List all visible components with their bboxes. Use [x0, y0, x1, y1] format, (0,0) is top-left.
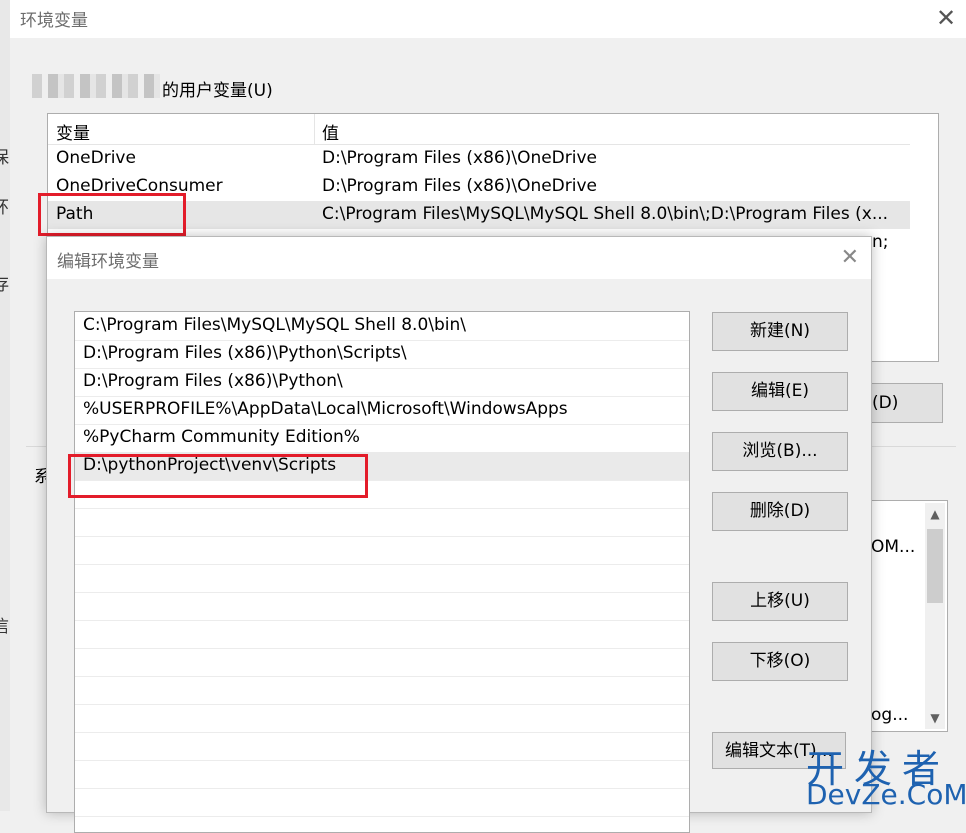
title-bar: 环境变量 ✕ — [10, 0, 966, 38]
list-item[interactable]: C:\Program Files\MySQL\MySQL Shell 8.0\b… — [75, 312, 689, 341]
delete-button[interactable]: 删除(D) — [712, 492, 848, 531]
list-item[interactable]: %USERPROFILE%\AppData\Local\Microsoft\Wi… — [75, 396, 689, 425]
user-variables-label: 的用户变量(U) — [162, 81, 273, 101]
variable-value: D:\Program Files (x86)\OneDrive — [322, 176, 598, 196]
list-item-fragment: og... — [871, 705, 909, 725]
vertical-scrollbar[interactable]: ▲ ▼ — [925, 503, 945, 729]
path-highlight-box — [38, 193, 186, 236]
empty-row — [75, 620, 689, 649]
empty-row — [75, 760, 689, 789]
list-header: 变量 值 — [48, 114, 910, 145]
scrollbar-thumb[interactable] — [927, 529, 943, 603]
column-divider[interactable] — [314, 114, 315, 144]
variable-value: C:\Program Files\MySQL\MySQL Shell 8.0\b… — [322, 204, 889, 224]
empty-row — [75, 676, 689, 705]
list-item[interactable]: D:\Program Files (x86)\Python\ — [75, 368, 689, 397]
dialog-title: 编辑环境变量 — [57, 252, 159, 272]
left-fragment: 保 — [0, 143, 9, 168]
empty-row — [75, 508, 689, 537]
list-item[interactable]: D:\Program Files (x86)\Python\Scripts\ — [75, 340, 689, 369]
empty-row — [75, 704, 689, 733]
partial-value-fragment: n; — [872, 232, 889, 252]
empty-row — [75, 564, 689, 593]
dialog-title: 环境变量 — [20, 11, 88, 31]
variable-value: D:\Program Files (x86)\OneDrive — [322, 148, 598, 168]
left-fragment: 存 — [0, 270, 9, 295]
browse-button[interactable]: 浏览(B)... — [712, 432, 848, 471]
title-bar: 编辑环境变量 ✕ — [47, 237, 871, 279]
close-icon[interactable]: ✕ — [841, 245, 859, 270]
path-entry: %USERPROFILE%\AppData\Local\Microsoft\Wi… — [83, 399, 568, 419]
scroll-down-icon[interactable]: ▼ — [925, 707, 945, 729]
empty-row — [75, 592, 689, 621]
path-entry: C:\Program Files\MySQL\MySQL Shell 8.0\b… — [83, 315, 467, 335]
empty-row — [75, 536, 689, 565]
edit-button[interactable]: 编辑(E) — [712, 372, 848, 411]
scroll-up-icon[interactable]: ▲ — [925, 503, 945, 525]
delete-user-variable-button[interactable]: (D) — [867, 383, 943, 423]
left-fragment: 环 — [0, 193, 9, 218]
move-up-button[interactable]: 上移(U) — [712, 582, 848, 621]
edit-environment-variable-dialog: 编辑环境变量 ✕ C:\Program Files\MySQL\MySQL Sh… — [46, 236, 872, 833]
path-entry: D:\Program Files (x86)\Python\ — [83, 371, 343, 391]
watermark-logo-domain: DevZe.CoM — [806, 778, 966, 811]
path-entries-list[interactable]: C:\Program Files\MySQL\MySQL Shell 8.0\b… — [74, 311, 690, 833]
scripts-highlight-box — [68, 454, 368, 498]
variable-name: OneDrive — [56, 148, 136, 168]
column-header-variable[interactable]: 变量 — [56, 119, 90, 144]
blurred-username — [32, 74, 160, 98]
close-icon[interactable]: ✕ — [932, 4, 960, 32]
left-fragment: 信 — [0, 612, 9, 637]
move-down-button[interactable]: 下移(O) — [712, 642, 848, 681]
list-item[interactable]: %PyCharm Community Edition% — [75, 424, 689, 453]
table-row[interactable]: OneDrive D:\Program Files (x86)\OneDrive — [48, 145, 910, 173]
new-button[interactable]: 新建(N) — [712, 312, 848, 351]
empty-row — [75, 648, 689, 677]
empty-row — [75, 732, 689, 761]
path-entry: D:\Program Files (x86)\Python\Scripts\ — [83, 343, 407, 363]
path-entry: %PyCharm Community Edition% — [83, 427, 360, 447]
list-item-fragment: OM... — [871, 537, 916, 557]
empty-row — [75, 788, 689, 817]
column-header-value[interactable]: 值 — [322, 119, 339, 144]
